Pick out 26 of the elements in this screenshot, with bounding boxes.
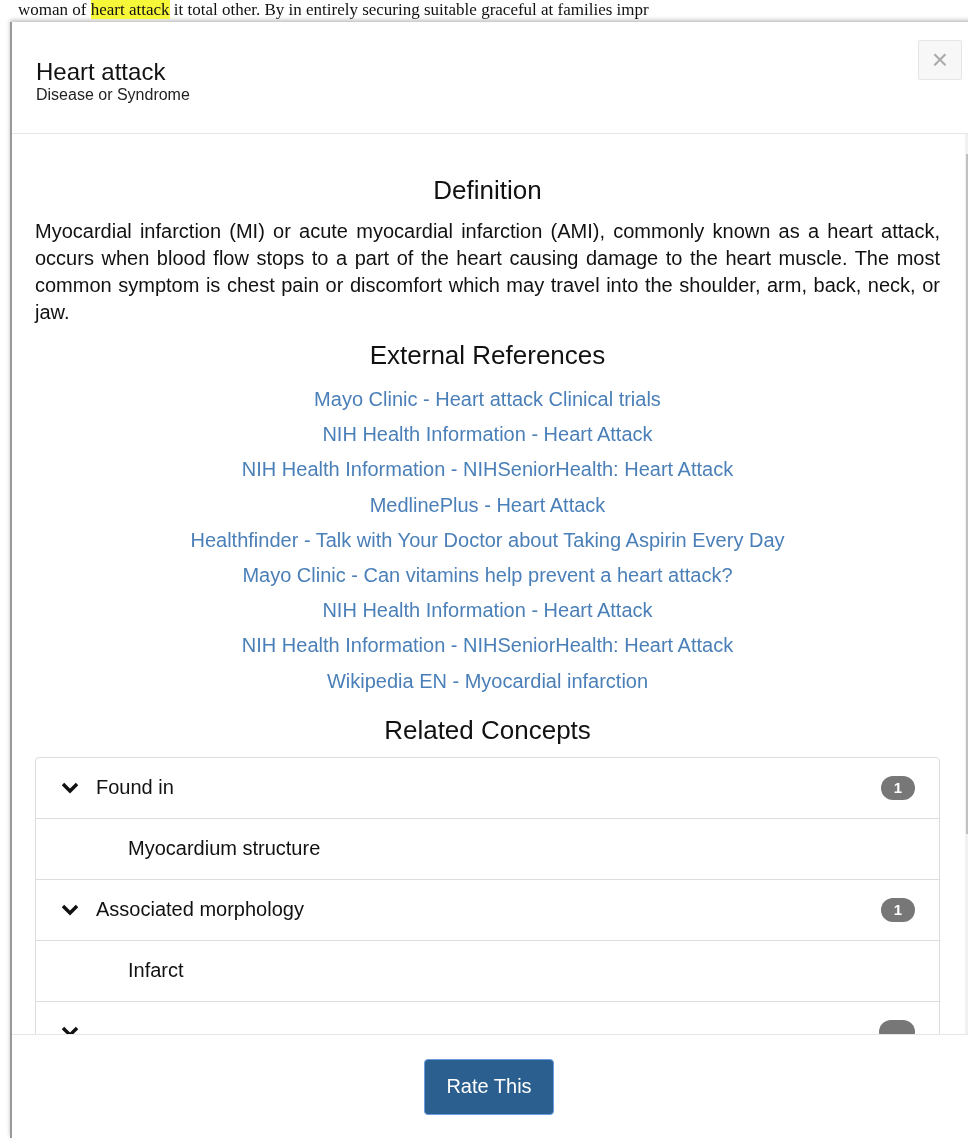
close-button[interactable]: × bbox=[918, 40, 962, 80]
modal-subtitle: Disease or Syndrome bbox=[36, 86, 190, 104]
section-heading: Related Concepts bbox=[383, 714, 592, 745]
reference-link[interactable]: Wikipedia EN - Myocardial infarction bbox=[326, 663, 649, 699]
modal-title: Heart attack bbox=[36, 58, 167, 86]
group-header[interactable]: Found in 1 bbox=[36, 757, 939, 819]
section-heading: Definition bbox=[432, 175, 543, 205]
reference-link[interactable]: Mayo Clinic - Can vitamins help prevent a heart attack? bbox=[242, 558, 733, 594]
group-label: Associated morphology bbox=[96, 898, 305, 922]
reference-link[interactable]: Mayo Clinic - Heart attack Clinical trials bbox=[314, 382, 661, 418]
definition-text: Myocardial infarction (MI) or acute myocardial infarction (AMI), commonly known as a heart attack, occurs when blood flow stops to a part of the heart causing damage to the heart muscle. The most common symptom is chest pain or discomfort which may travel into the shoulder, arm, back, neck, or jaw. bbox=[35, 219, 940, 325]
count-badge: 1 bbox=[881, 897, 915, 922]
reference-link[interactable]: MedlinePlus - Heart Attack bbox=[369, 487, 606, 523]
reference-link[interactable]: NIH Health Information - Heart Attack bbox=[322, 417, 653, 453]
group-label: Found in bbox=[96, 776, 175, 800]
section-heading: External References bbox=[368, 340, 607, 370]
concept-item[interactable]: Infarct bbox=[36, 940, 939, 1002]
reference-link[interactable]: NIH Health Information - Heart Attack bbox=[322, 593, 653, 629]
reference-link[interactable]: NIH Health Information - NIHSeniorHealth: Heart Attack bbox=[241, 628, 734, 664]
rate-button[interactable]: Rate This bbox=[424, 1058, 554, 1115]
concept-item[interactable]: Myocardium structure bbox=[36, 818, 939, 880]
background-text: woman of heart attack it total other. By in entirely securing suitable graceful at families impr bbox=[17, 0, 650, 21]
count-badge: 1 bbox=[881, 775, 915, 800]
group-header[interactable]: Associated morphology 1 bbox=[36, 879, 939, 941]
reference-link[interactable]: NIH Health Information - NIHSeniorHealth: Heart Attack bbox=[241, 452, 734, 488]
reference-link[interactable]: Healthfinder - Talk with Your Doctor about Taking Aspirin Every Day bbox=[190, 522, 785, 558]
